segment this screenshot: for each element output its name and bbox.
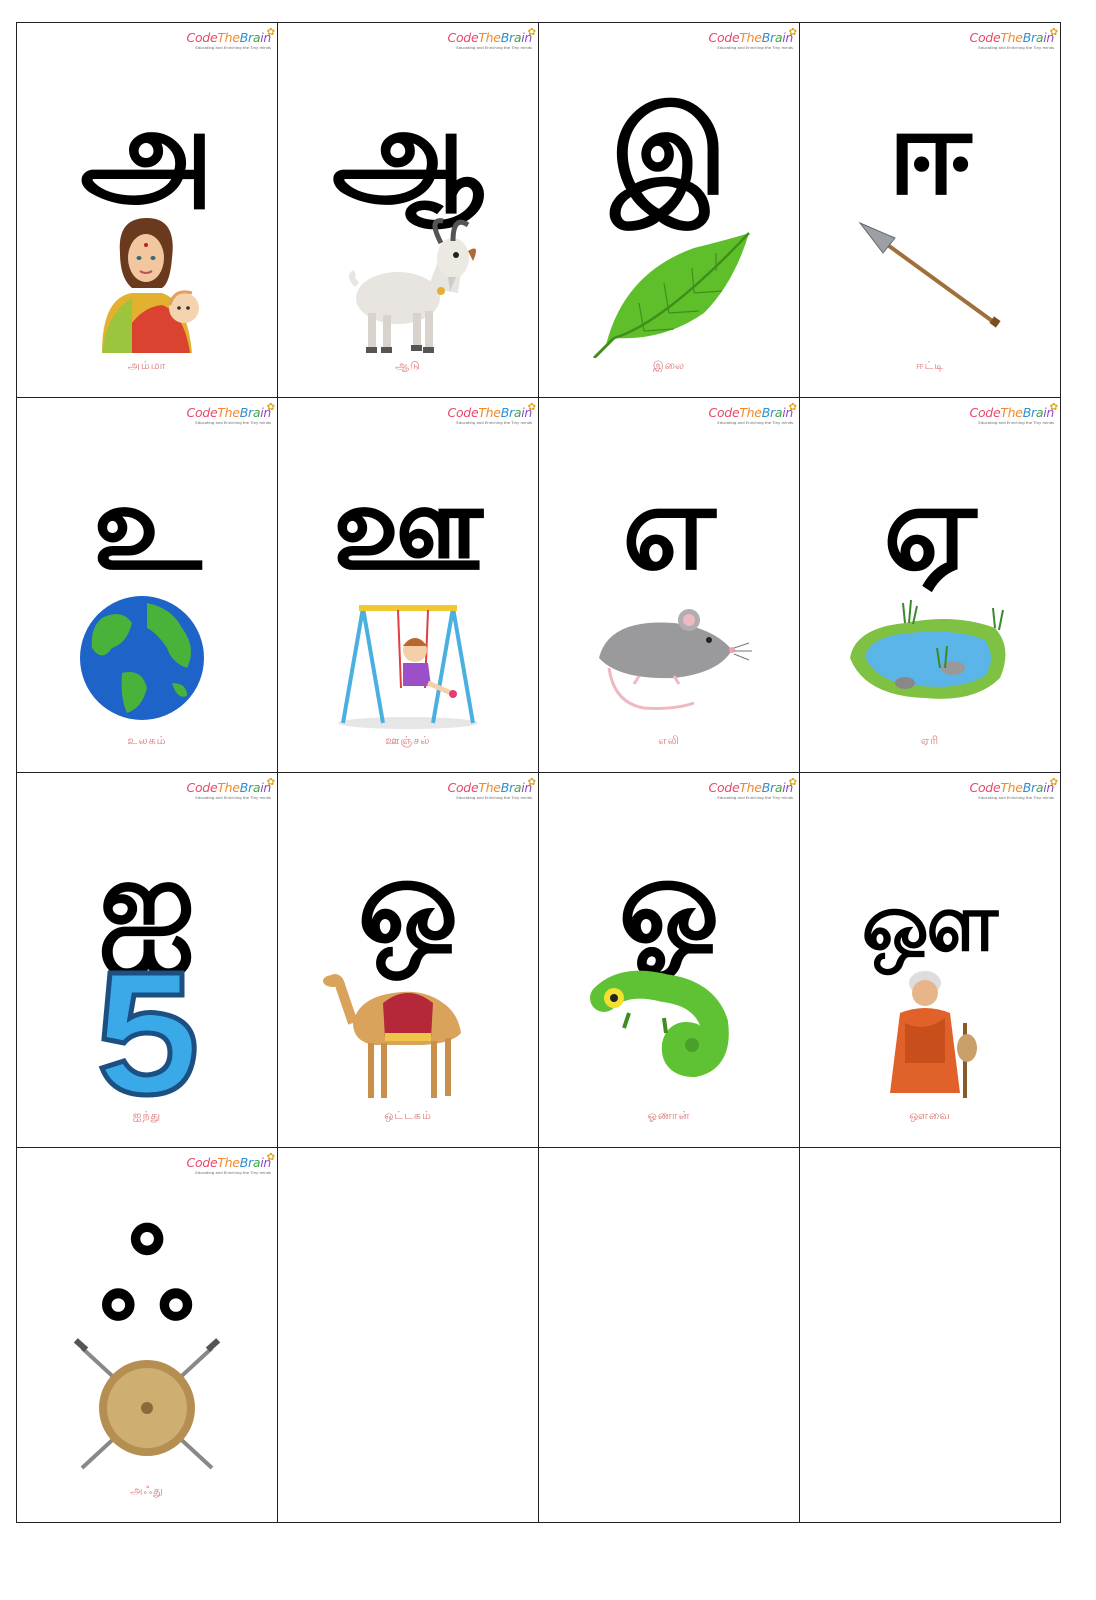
bee-icon: ✿ <box>788 777 797 788</box>
logo: CodeTheBrain Educating and Enriching the … <box>708 402 797 425</box>
bee-icon: ✿ <box>266 27 275 38</box>
logo: CodeTheBrain Educating and Enriching the … <box>186 402 275 425</box>
bee-icon: ✿ <box>266 1152 275 1163</box>
card-e: CodeTheBrain Educating and Enriching the … <box>539 398 800 773</box>
empty-card <box>800 1148 1061 1523</box>
word-label: உலகம் <box>127 734 167 747</box>
tamil-letter: ஊ <box>332 458 484 597</box>
empty-card <box>278 1148 539 1523</box>
card-o: CodeTheBrain Educating and Enriching the … <box>278 773 539 1148</box>
card-u: CodeTheBrain Educating and Enriching the … <box>17 398 278 773</box>
card-aytham: CodeTheBrain Educating and Enriching the … <box>17 1148 278 1523</box>
chameleon-icon <box>590 970 729 1078</box>
empty-card <box>539 1148 800 1523</box>
bee-icon: ✿ <box>788 402 797 413</box>
logo: CodeTheBrain Educating and Enriching the … <box>969 27 1058 50</box>
word-label: ஊஞ்சல் <box>385 734 431 747</box>
word-label: எலி <box>658 734 680 747</box>
tamil-letter: ஒ <box>357 833 459 972</box>
bee-icon: ✿ <box>527 777 536 788</box>
card-aa: CodeTheBrain Educating and Enriching the … <box>278 23 539 398</box>
mother-holding-baby-icon <box>102 218 199 353</box>
bee-icon: ✿ <box>1049 402 1058 413</box>
camel-icon <box>323 974 461 1098</box>
bee-icon: ✿ <box>1049 777 1058 788</box>
logo: CodeTheBrain Educating and Enriching the … <box>186 27 275 50</box>
tamil-letter: எ <box>622 458 716 597</box>
word-label: ஈட்டி <box>915 359 945 372</box>
bee-icon: ✿ <box>266 777 275 788</box>
logo: CodeTheBrain Educating and Enriching the … <box>186 777 275 800</box>
lake-icon <box>850 599 1006 699</box>
card-i: CodeTheBrain Educating and Enriching the … <box>539 23 800 398</box>
word-label: ஐந்து <box>132 1109 162 1122</box>
card-ee: CodeTheBrain Educating and Enriching the … <box>800 398 1061 773</box>
bee-icon: ✿ <box>527 27 536 38</box>
logo: CodeTheBrain Educating and Enriching the … <box>447 27 536 50</box>
bee-icon: ✿ <box>527 402 536 413</box>
old-woman-saint-icon <box>890 971 977 1098</box>
tamil-letter: ஓ <box>618 833 720 972</box>
word-label: ஔவை <box>909 1109 951 1122</box>
word-label: ஓணான் <box>647 1109 691 1122</box>
word-label: அம்மா <box>127 359 167 372</box>
card-a: CodeTheBrain Educating and Enriching the … <box>17 23 278 398</box>
tamil-letter: உ <box>92 458 202 597</box>
logo: CodeTheBrain Educating and Enriching the … <box>708 777 797 800</box>
card-uu: CodeTheBrain Educating and Enriching the … <box>278 398 539 773</box>
spear-icon <box>858 221 1001 328</box>
logo: CodeTheBrain Educating and Enriching the … <box>969 402 1058 425</box>
flashcard-grid: CodeTheBrain Educating and Enriching the … <box>16 22 1061 1523</box>
logo: CodeTheBrain Educating and Enriching the … <box>708 27 797 50</box>
mouse-icon <box>599 609 752 710</box>
word-label: ஒட்டகம் <box>384 1109 432 1122</box>
tamil-letter: ஆ <box>332 83 484 222</box>
bee-icon: ✿ <box>266 402 275 413</box>
goat-icon <box>349 218 477 353</box>
logo: CodeTheBrain Educating and Enriching the … <box>447 777 536 800</box>
logo: CodeTheBrain Educating and Enriching the … <box>969 777 1058 800</box>
shield-with-swords-icon <box>73 1338 221 1470</box>
bee-icon: ✿ <box>1049 27 1058 38</box>
card-ii: CodeTheBrain Educating and Enriching the … <box>800 23 1061 398</box>
tamil-letter: ஃ <box>99 1208 195 1347</box>
word-label: ஏரி <box>920 734 940 747</box>
girl-on-swing-icon <box>338 605 478 729</box>
leaf-icon <box>592 232 750 358</box>
logo: CodeTheBrain Educating and Enriching the … <box>186 1152 275 1175</box>
earth-globe-icon <box>80 596 204 720</box>
tamil-letter: ஈ <box>887 83 973 222</box>
word-label: இலை <box>652 359 686 372</box>
bee-icon: ✿ <box>788 27 797 38</box>
word-label: ஆடு <box>395 359 421 372</box>
tamil-letter: இ <box>610 83 728 222</box>
word-label: அஃது <box>130 1484 164 1497</box>
tamil-letter: அ <box>80 83 214 222</box>
card-au: CodeTheBrain Educating and Enriching the … <box>800 773 1061 1148</box>
tamil-letter: ஐ <box>98 833 196 972</box>
card-ai: CodeTheBrain Educating and Enriching the … <box>17 773 278 1148</box>
card-oo: CodeTheBrain Educating and Enriching the … <box>539 773 800 1148</box>
number-five-icon <box>98 970 197 1098</box>
logo: CodeTheBrain Educating and Enriching the … <box>447 402 536 425</box>
tamil-letter: ஏ <box>883 458 977 597</box>
